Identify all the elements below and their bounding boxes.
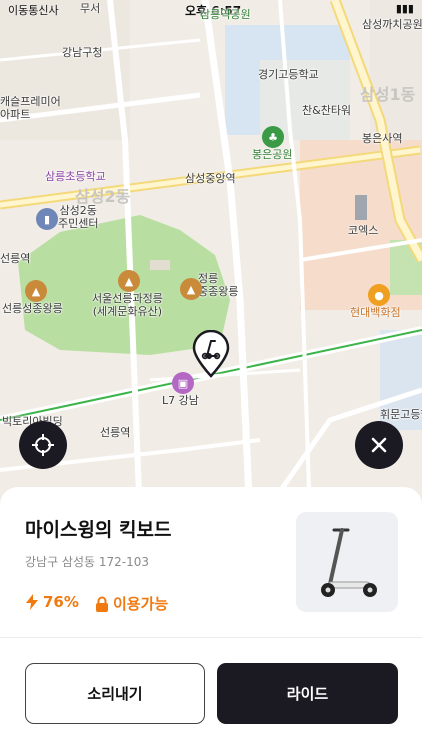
- availability-value: 이용가능: [113, 595, 169, 613]
- hotel-icon: ▣: [172, 372, 194, 394]
- map-label: 무서: [80, 2, 101, 15]
- battery-value: 76%: [43, 593, 79, 611]
- my-location-button[interactable]: [19, 421, 67, 469]
- map-label: 강남구청: [62, 46, 103, 59]
- map-label: 삼성2동: [75, 187, 131, 206]
- landmark-icon: ▲: [25, 280, 47, 302]
- scooter-name: 마이스윙의 킥보드: [25, 519, 172, 541]
- map-label: 봉은사역: [362, 132, 403, 145]
- map-label: 휘문고등학교: [380, 408, 422, 421]
- map-label: 선릉역: [0, 252, 31, 265]
- map-label: 삼릉역공원: [200, 8, 251, 21]
- scooter-detail-sheet: 마이스윙의 킥보드 강남구 삼성동 172-103 76% 이용가능 소리내기 …: [0, 487, 422, 750]
- sound-button[interactable]: 소리내기: [25, 663, 205, 724]
- map-label: 찬&찬타워: [302, 104, 352, 117]
- map-label: 선릉성종왕릉: [2, 302, 63, 315]
- map-label: L7 강남: [162, 394, 199, 407]
- map-label: 경기고등학교: [258, 68, 319, 81]
- shopping-icon: ●: [368, 284, 390, 306]
- map-label: 삼성1동: [360, 85, 416, 104]
- map-label: 삼성까치공원: [362, 18, 422, 31]
- lock-icon: [96, 596, 108, 612]
- scooter-image: [296, 512, 398, 612]
- park-icon: ♣: [262, 126, 284, 148]
- map-label: 삼성중앙역: [185, 172, 236, 185]
- map-label: 삼성2동 주민센터: [58, 204, 99, 230]
- map-label: 서울선릉과정릉 (세계문화유산): [92, 292, 163, 318]
- map-view[interactable]: 이동통신사 오후 6:57 ▮▮▮ 무서 삼릉역공원 삼성까치공원 강남구청 캐…: [0, 0, 422, 520]
- landmark-icon: ▲: [180, 278, 202, 300]
- building-icon: ▮: [36, 208, 58, 230]
- close-button[interactable]: [355, 421, 403, 469]
- battery-status: 76%: [25, 593, 79, 611]
- divider: [0, 637, 422, 638]
- scooter-address: 강남구 삼성동 172-103: [25, 555, 150, 569]
- crosshair-icon: [32, 434, 54, 456]
- map-label: 삼릉초등학교: [45, 170, 106, 183]
- close-icon: [371, 437, 387, 453]
- map-label: 봉은공원: [252, 148, 293, 161]
- landmark-icon: ▲: [118, 270, 140, 292]
- map-label: 현대백화점: [350, 306, 401, 319]
- kickboard-icon: [321, 528, 377, 597]
- map-label: 선릉역: [100, 426, 131, 439]
- availability-status: 이용가능: [95, 593, 168, 614]
- lightning-icon: [26, 594, 38, 610]
- map-label: 정릉 중종왕릉: [198, 272, 239, 298]
- map-label: 코엑스: [348, 224, 379, 237]
- carrier-label: 이동통신사: [8, 4, 59, 17]
- scooter-pin-icon[interactable]: [192, 330, 230, 378]
- ride-button[interactable]: 라이드: [217, 663, 398, 724]
- map-label: 캐슬프레미어 아파트: [0, 95, 61, 121]
- battery-icon: ▮▮▮: [395, 2, 414, 15]
